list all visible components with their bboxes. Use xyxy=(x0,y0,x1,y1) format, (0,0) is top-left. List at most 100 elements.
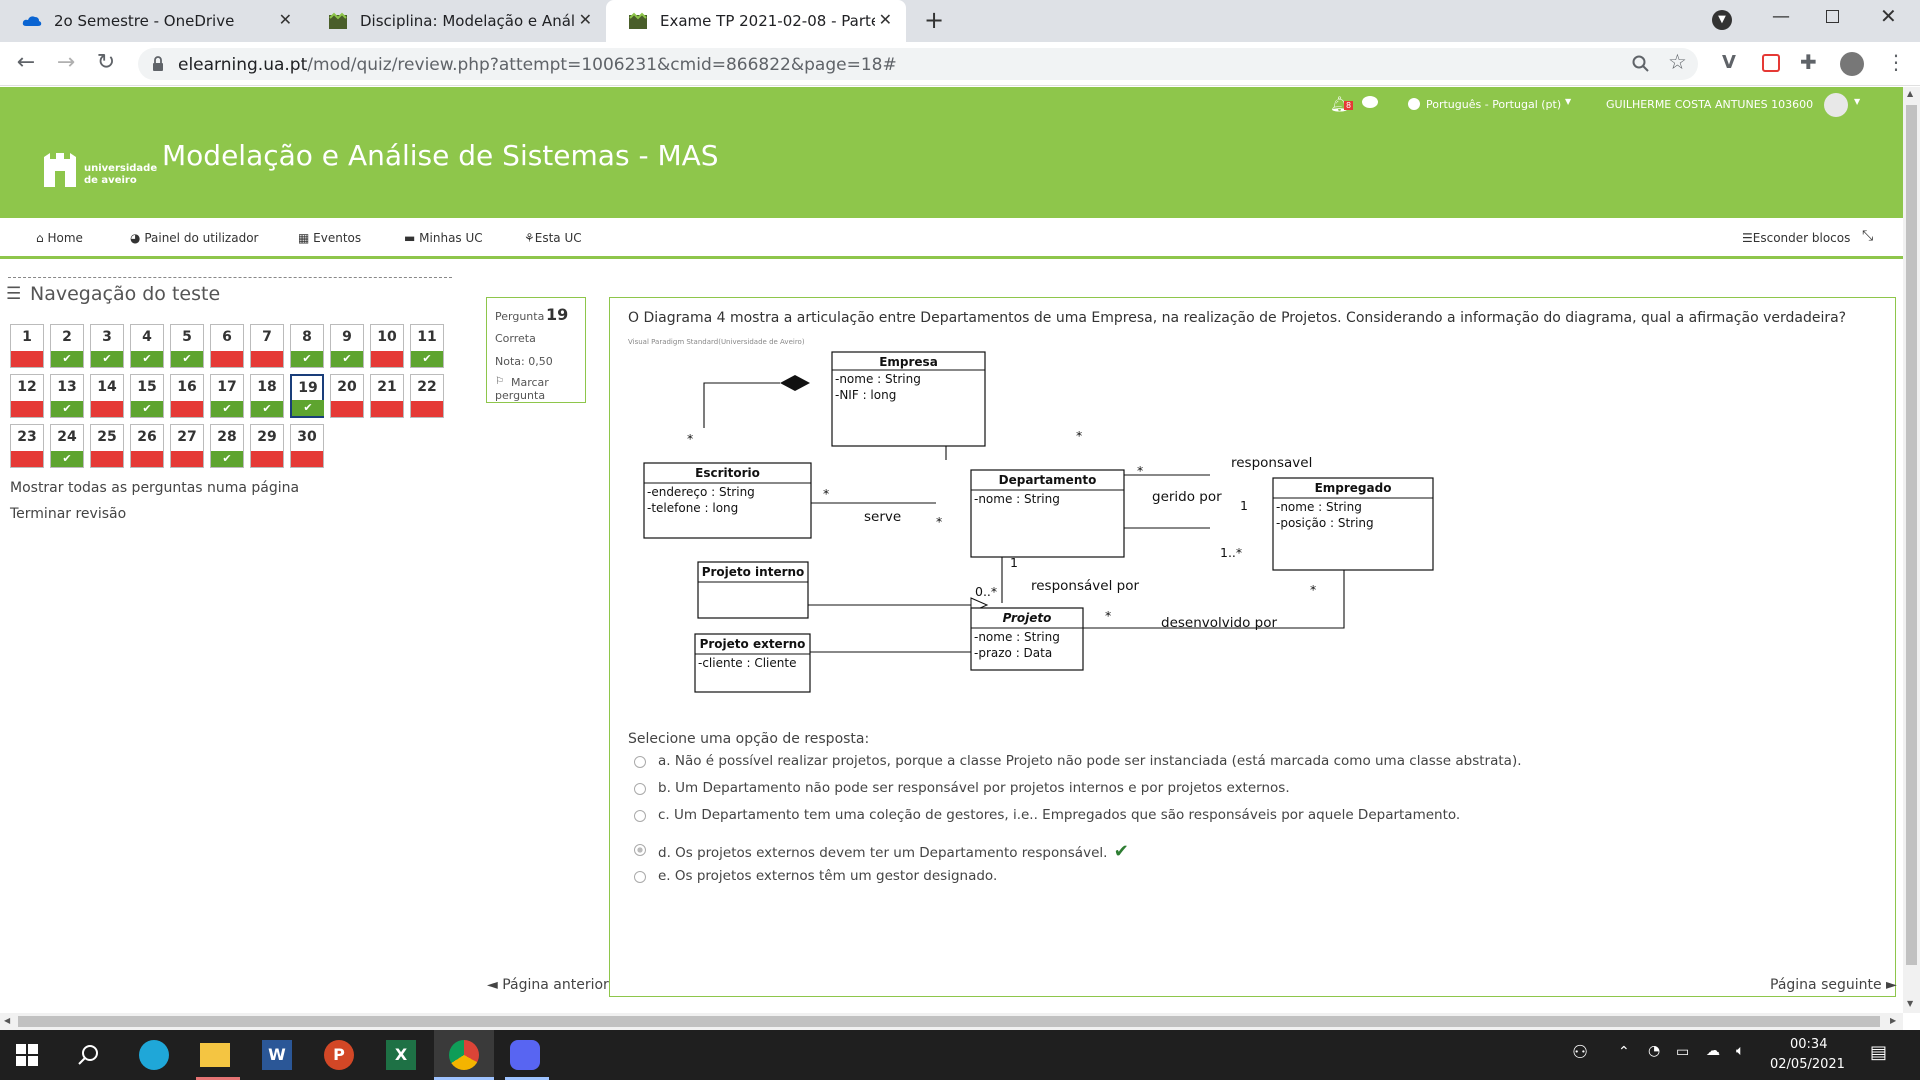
answer-option-label[interactable]: d. Os projetos externos devem ter um Dep… xyxy=(658,841,1129,862)
quiz-nav-question-button[interactable]: 15 ✔ xyxy=(130,374,164,418)
prev-page-link[interactable]: ◄ Página anterior xyxy=(487,977,609,993)
scroll-up-icon[interactable]: ▲ xyxy=(1907,89,1913,98)
close-tab-icon[interactable]: ✕ xyxy=(279,10,292,29)
ua-logo-icon[interactable] xyxy=(42,151,78,189)
tab-onedrive[interactable]: 2o Semestre - OneDrive ✕ xyxy=(0,0,306,42)
vertical-scrollbar[interactable]: ▲ ▼ xyxy=(1903,87,1920,1013)
windows-start-icon[interactable] xyxy=(16,1044,38,1066)
answer-option-label[interactable]: c. Um Departamento tem uma coleção de ge… xyxy=(658,807,1460,823)
quiz-nav-question-button[interactable]: 19 ✔ xyxy=(290,374,324,418)
answer-radio[interactable] xyxy=(634,810,646,822)
quiz-nav-question-button[interactable]: 26 xyxy=(130,424,164,468)
show-hidden-icons[interactable]: ⌃ xyxy=(1618,1044,1630,1060)
tab-disciplina[interactable]: Disciplina: Modelação e Análise de Siste… xyxy=(306,0,606,42)
zoom-icon[interactable] xyxy=(1632,55,1650,73)
forward-icon[interactable]: → xyxy=(52,50,80,75)
powerpoint-icon[interactable]: P xyxy=(324,1040,354,1070)
site-title[interactable]: Modelação e Análise de Sistemas - MAS xyxy=(162,139,719,172)
show-all-link[interactable]: Mostrar todas as perguntas numa página xyxy=(10,480,299,496)
answer-option-label[interactable]: b. Um Departamento não pode ser responsá… xyxy=(658,780,1290,796)
wifi-icon[interactable]: ◔ xyxy=(1648,1043,1660,1059)
horizontal-scrollbar[interactable]: ◀ ▶ xyxy=(0,1013,1903,1030)
profile-avatar[interactable] xyxy=(1840,52,1864,76)
quiz-nav-question-button[interactable]: 9 ✔ xyxy=(330,324,364,368)
quiz-nav-question-button[interactable]: 7 xyxy=(250,324,284,368)
chat-icon[interactable] xyxy=(1362,96,1378,108)
scroll-down-icon[interactable]: ▼ xyxy=(1907,999,1913,1008)
tab-exame[interactable]: Exame TP 2021-02-08 - Parte I (E ✕ xyxy=(606,0,906,42)
hide-blocks[interactable]: ☰Esconder blocos xyxy=(1742,231,1850,245)
file-explorer-icon[interactable] xyxy=(200,1043,230,1067)
answer-radio[interactable] xyxy=(634,756,646,768)
quiz-nav-question-button[interactable]: 13 ✔ xyxy=(50,374,84,418)
volume-icon[interactable]: 🔈︎ xyxy=(1736,1043,1744,1059)
battery-icon[interactable]: ▭ xyxy=(1676,1044,1689,1060)
answer-option-label[interactable]: e. Os projetos externos têm um gestor de… xyxy=(658,868,997,884)
quiz-nav-question-button[interactable]: 30 xyxy=(290,424,324,468)
quiz-nav-question-button[interactable]: 2 ✔ xyxy=(50,324,84,368)
quiz-nav-question-button[interactable]: 18 ✔ xyxy=(250,374,284,418)
quiz-nav-question-button[interactable]: 21 xyxy=(370,374,404,418)
quiz-nav-question-button[interactable]: 16 xyxy=(170,374,204,418)
scroll-right-icon[interactable]: ▶ xyxy=(1890,1016,1896,1025)
quiz-nav-question-button[interactable]: 29 xyxy=(250,424,284,468)
new-tab-icon[interactable]: + xyxy=(924,6,944,34)
quiz-nav-question-button[interactable]: 3 ✔ xyxy=(90,324,124,368)
nav-dashboard[interactable]: ◕ Painel do utilizador xyxy=(130,231,258,245)
flag-icon[interactable]: ⚐ xyxy=(495,376,504,387)
nav-my-courses[interactable]: ▬ Minhas UC xyxy=(404,231,483,245)
quiz-nav-question-button[interactable]: 5 ✔ xyxy=(170,324,204,368)
search-icon[interactable] xyxy=(78,1044,100,1066)
language-menu[interactable]: Português - Portugal (pt) xyxy=(1426,98,1561,111)
collapse-icon[interactable]: ⤡ xyxy=(1862,228,1873,244)
clock-time[interactable]: 00:34 xyxy=(1790,1037,1827,1052)
nav-home[interactable]: ⌂ Home xyxy=(36,231,83,245)
nav-this-course[interactable]: ⚘Esta UC xyxy=(524,231,582,245)
reload-icon[interactable]: ↻ xyxy=(92,50,120,75)
extension-pocket-icon[interactable] xyxy=(1762,54,1780,72)
chrome-icon[interactable] xyxy=(449,1040,479,1070)
url-field[interactable]: elearning.ua.pt/mod/quiz/review.php?atte… xyxy=(138,48,1698,80)
quiz-nav-question-button[interactable]: 24 ✔ xyxy=(50,424,84,468)
quiz-nav-question-button[interactable]: 10 xyxy=(370,324,404,368)
flag-label-2[interactable]: pergunta xyxy=(495,389,545,402)
answer-radio[interactable] xyxy=(634,844,646,856)
word-icon[interactable]: W xyxy=(262,1040,292,1070)
quiz-nav-question-button[interactable]: 6 xyxy=(210,324,244,368)
quiz-nav-question-button[interactable]: 20 xyxy=(330,374,364,418)
answer-option-label[interactable]: a. Não é possível realizar projetos, por… xyxy=(658,753,1522,769)
quiz-nav-question-button[interactable]: 4 ✔ xyxy=(130,324,164,368)
chrome-menu-icon[interactable]: ⋮ xyxy=(1886,50,1906,74)
quiz-nav-question-button[interactable]: 23 xyxy=(10,424,44,468)
scroll-thumb[interactable] xyxy=(1906,105,1917,965)
close-window-icon[interactable]: ✕ xyxy=(1880,4,1897,28)
scroll-thumb-h[interactable] xyxy=(18,1016,1880,1027)
quiz-nav-question-button[interactable]: 1 xyxy=(10,324,44,368)
close-tab-icon[interactable]: ✕ xyxy=(879,10,892,29)
quiz-nav-question-button[interactable]: 12 xyxy=(10,374,44,418)
answer-radio[interactable] xyxy=(634,783,646,795)
quiz-nav-question-button[interactable]: 27 xyxy=(170,424,204,468)
scroll-left-icon[interactable]: ◀ xyxy=(4,1016,10,1025)
bookmark-star-icon[interactable]: ☆ xyxy=(1668,50,1687,74)
back-icon[interactable]: ← xyxy=(12,50,40,75)
quiz-nav-question-button[interactable]: 22 xyxy=(410,374,444,418)
flag-label-1[interactable]: Marcar xyxy=(511,376,549,389)
clock-date[interactable]: 02/05/2021 xyxy=(1770,1057,1845,1072)
answer-radio[interactable] xyxy=(634,871,646,883)
extension-v-icon[interactable]: V xyxy=(1722,52,1736,73)
quiz-nav-question-button[interactable]: 28 ✔ xyxy=(210,424,244,468)
discord-icon[interactable] xyxy=(510,1040,540,1070)
user-name[interactable]: GUILHERME COSTA ANTUNES 103600 xyxy=(1606,98,1813,111)
quiz-nav-question-button[interactable]: 8 ✔ xyxy=(290,324,324,368)
finish-review-link[interactable]: Terminar revisão xyxy=(10,506,126,522)
extensions-puzzle-icon[interactable]: ✚ xyxy=(1800,50,1817,74)
restore-icon[interactable] xyxy=(1826,10,1839,23)
people-icon[interactable]: ⚇ xyxy=(1572,1042,1588,1063)
edge-icon[interactable] xyxy=(139,1040,169,1070)
action-center-icon[interactable]: ▤ xyxy=(1870,1042,1887,1063)
tab-search-icon[interactable]: ▼ xyxy=(1712,10,1732,30)
user-avatar[interactable] xyxy=(1824,93,1848,117)
excel-icon[interactable]: X xyxy=(386,1040,416,1070)
nav-events[interactable]: ▦ Eventos xyxy=(298,231,361,245)
